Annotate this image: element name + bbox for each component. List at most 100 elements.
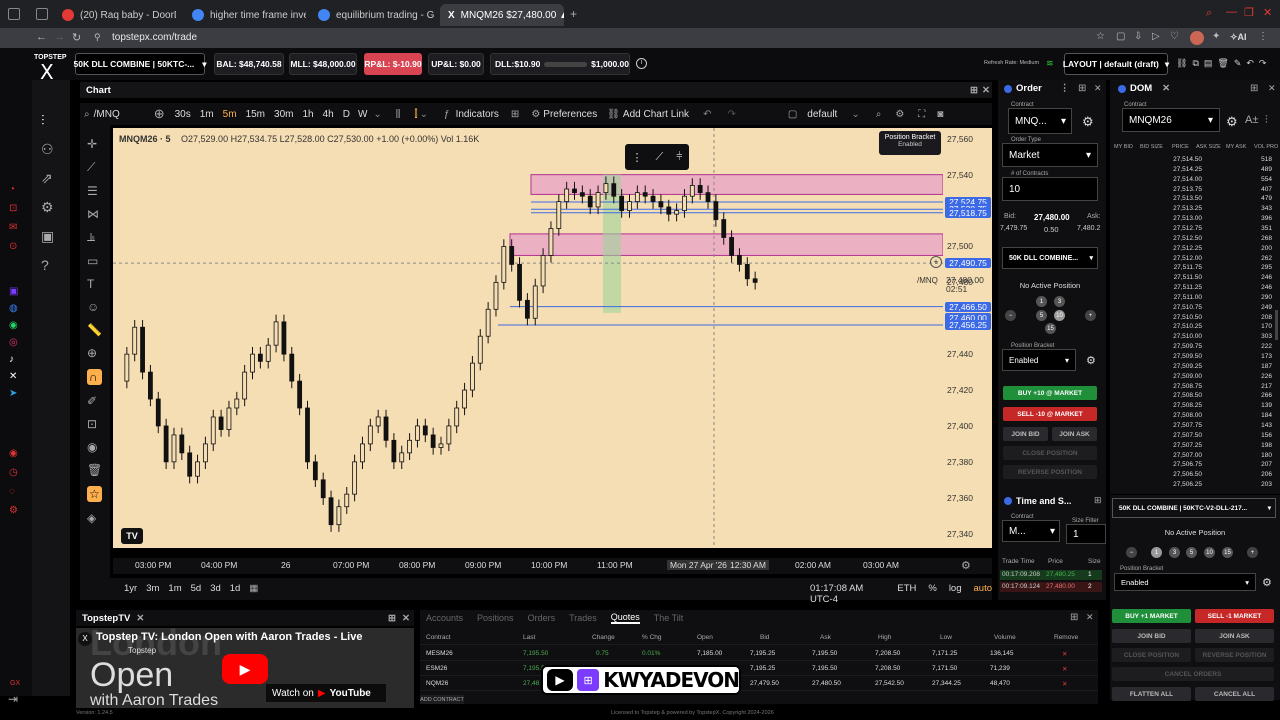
download-icon[interactable]: ⇩ bbox=[1134, 31, 1142, 42]
reload-icon[interactable]: ↻ bbox=[72, 31, 81, 44]
tv-video-embed[interactable]: London Open with Aaron Trades X Topstep … bbox=[76, 628, 414, 708]
symbol-search[interactable]: /MNQ bbox=[94, 109, 120, 120]
redo-icon[interactable]: ↷ bbox=[1259, 58, 1267, 69]
dom-reverse-position-button[interactable]: REVERSE POSITION bbox=[1195, 648, 1274, 662]
compare-icon[interactable]: ⊕ bbox=[154, 106, 165, 122]
add-chart-link-button[interactable]: Add Chart Link bbox=[623, 109, 689, 120]
range-1yr[interactable]: 1yr bbox=[124, 583, 137, 594]
dom-contract-select[interactable]: MNQM26 ▾ bbox=[1122, 108, 1220, 132]
preferences-icon[interactable]: ⚙ bbox=[531, 109, 540, 120]
new-tab-icon[interactable]: + bbox=[570, 7, 577, 21]
layout-selector[interactable]: LAYOUT | default (draft) ▾ bbox=[1063, 53, 1169, 75]
dom-buy-button[interactable]: BUY +1 MARKET bbox=[1112, 609, 1191, 623]
chevron-down-icon[interactable]: ⌄ bbox=[373, 109, 381, 120]
qty-chip-3[interactable]: 3 bbox=[1054, 296, 1065, 307]
dom-row[interactable]: 27,506.50 206 bbox=[1110, 471, 1280, 479]
minimize-icon[interactable]: — bbox=[1226, 6, 1237, 18]
quote-row[interactable]: NQM2627,487,185.0027,479.5027,480.5027,5… bbox=[420, 676, 1098, 691]
quote-row[interactable]: MESM26 7,195.50 0.75 0.01% 7,185.00 7,195.25 7… bbox=[420, 646, 1098, 661]
remove-icon[interactable]: ✕ bbox=[1062, 680, 1067, 688]
qty-chip-1[interactable]: 1 bbox=[1151, 547, 1162, 558]
watch-on-youtube[interactable]: Watch on ▶ YouTube bbox=[266, 684, 386, 702]
candles-icon[interactable]: ⫿ bbox=[414, 109, 417, 120]
settings-icon[interactable]: ⚙ bbox=[1262, 576, 1272, 589]
drag-handle-icon[interactable]: ⋮ bbox=[631, 151, 642, 164]
qty-chip-10[interactable]: 10 bbox=[1204, 547, 1215, 558]
browser-tab-0[interactable]: (20) Raq baby - DoorDash bbox=[54, 4, 176, 26]
qty-chip-1[interactable]: 1 bbox=[1036, 296, 1047, 307]
dom-sell-button[interactable]: SELL -1 MARKET bbox=[1195, 609, 1274, 623]
search-icon[interactable]: ⌕ bbox=[84, 109, 90, 120]
qty-chip-15[interactable]: 15 bbox=[1222, 547, 1233, 558]
dom-row[interactable]: 27,511.25 246 bbox=[1110, 284, 1280, 292]
maximize-icon[interactable]: ❐ bbox=[1244, 6, 1254, 19]
price-level-label[interactable]: 27,456.25 bbox=[945, 319, 991, 330]
dom-row[interactable]: 27,510.25 170 bbox=[1110, 323, 1280, 331]
interval-15m[interactable]: 15m bbox=[246, 109, 265, 120]
dom-row[interactable]: 27,514.50 518 bbox=[1110, 156, 1280, 164]
x-icon[interactable]: ✕ bbox=[9, 371, 18, 382]
tab-positions[interactable]: Positions bbox=[477, 613, 514, 623]
template-select[interactable]: default bbox=[807, 109, 837, 120]
chart-canvas[interactable]: MNQM26 · 5 O27,529.00 H27,534.75 L27,528… bbox=[113, 128, 943, 548]
exit-icon[interactable]: ⇥ bbox=[8, 692, 18, 706]
settings-icon[interactable]: ⚙ bbox=[41, 199, 54, 216]
range-3m[interactable]: 3m bbox=[146, 583, 159, 594]
price-level-label[interactable]: 27,490.75 bbox=[945, 258, 991, 269]
dom-row[interactable]: 27,508.50 266 bbox=[1110, 392, 1280, 400]
dom-row[interactable]: 27,509.00 226 bbox=[1110, 373, 1280, 381]
dom-row[interactable]: 27,507.25 198 bbox=[1110, 442, 1280, 450]
log-toggle[interactable]: log bbox=[949, 583, 962, 605]
avatar[interactable] bbox=[1190, 31, 1204, 45]
fib-icon[interactable]: ☰ bbox=[87, 184, 102, 198]
puzzle-icon[interactable]: ✦ bbox=[1212, 31, 1220, 42]
dom-row[interactable]: 27,512.50 268 bbox=[1110, 235, 1280, 243]
crosshair-icon[interactable]: ✛ bbox=[87, 137, 102, 151]
settings-icon[interactable]: ⚙ bbox=[1086, 354, 1096, 367]
qty-chip-10[interactable]: 10 bbox=[1054, 310, 1065, 321]
copy-icon[interactable]: ⧉ bbox=[1192, 58, 1198, 69]
dom-row[interactable]: 27,513.00 396 bbox=[1110, 215, 1280, 223]
telegram-icon[interactable]: ➤ bbox=[9, 388, 18, 399]
mail-icon[interactable]: ✉ bbox=[9, 222, 17, 233]
instagram-icon[interactable]: ◎ bbox=[9, 337, 18, 348]
price-level-label[interactable]: 27,518.75 bbox=[945, 207, 991, 218]
text-icon[interactable]: T bbox=[87, 277, 102, 291]
dom-row[interactable]: 27,513.25 343 bbox=[1110, 205, 1280, 213]
chevron-down-icon[interactable]: ⌄ bbox=[420, 109, 428, 120]
clock[interactable]: 01:17:08 AM UTC-4 bbox=[810, 583, 885, 605]
preferences-button[interactable]: Preferences bbox=[543, 109, 597, 120]
chevron-down-icon[interactable]: ⌄ bbox=[851, 109, 859, 120]
expand-icon[interactable]: ⊞ bbox=[1250, 83, 1258, 94]
order-type-select[interactable]: Market ▾ bbox=[1002, 143, 1098, 167]
dom-row[interactable]: 27,514.00 554 bbox=[1110, 176, 1280, 184]
dom-row[interactable]: 27,507.75 143 bbox=[1110, 422, 1280, 430]
time-axis[interactable]: ⚙ 03:00 PM 04:00 PM 26 07:00 PM 08:00 PM 09:0… bbox=[113, 558, 992, 574]
lock-icon[interactable]: ⊡ bbox=[9, 203, 17, 214]
dom-join-ask-button[interactable]: JOIN ASK bbox=[1195, 629, 1274, 643]
dom-row[interactable]: 27,513.75 407 bbox=[1110, 186, 1280, 194]
forward-icon[interactable]: → bbox=[54, 31, 65, 43]
pattern-icon[interactable]: ⋈ bbox=[87, 207, 102, 221]
qty-chip-5[interactable]: 5 bbox=[1186, 547, 1197, 558]
cancel-all-button[interactable]: CANCEL ALL bbox=[1195, 687, 1274, 701]
style-icon[interactable]: ⫩ bbox=[676, 151, 682, 164]
browser-tab-active[interactable]: X MNQM26 $27,480.00 ▲ bbox=[440, 4, 564, 26]
clock-icon[interactable]: ◔ bbox=[9, 184, 17, 195]
link-color-icon[interactable] bbox=[1118, 84, 1126, 93]
search-icon[interactable]: ⌕ bbox=[1206, 7, 1212, 20]
join-bid-button[interactable]: JOIN BID bbox=[1003, 427, 1048, 441]
tab-accounts[interactable]: Accounts bbox=[426, 613, 463, 623]
more-menu-icon[interactable]: ⋮ bbox=[1258, 31, 1268, 42]
interval-d[interactable]: D bbox=[343, 109, 350, 120]
ai-icon[interactable]: ✧AI bbox=[1230, 32, 1247, 43]
close-icon[interactable]: ✕ bbox=[982, 85, 990, 96]
qty-chip-5[interactable]: 5 bbox=[1036, 310, 1047, 321]
record-icon[interactable]: ◉ bbox=[9, 448, 18, 459]
tab-quotes[interactable]: Quotes bbox=[610, 612, 640, 624]
fullscreen-icon[interactable]: ⛶ bbox=[918, 109, 925, 120]
cancel-orders-button[interactable]: CANCEL ORDERS bbox=[1112, 667, 1274, 681]
close-icon[interactable]: ✕ bbox=[1263, 6, 1272, 19]
history-icon[interactable]: ◷ bbox=[9, 467, 18, 478]
browser-menu-icon[interactable] bbox=[8, 8, 20, 20]
